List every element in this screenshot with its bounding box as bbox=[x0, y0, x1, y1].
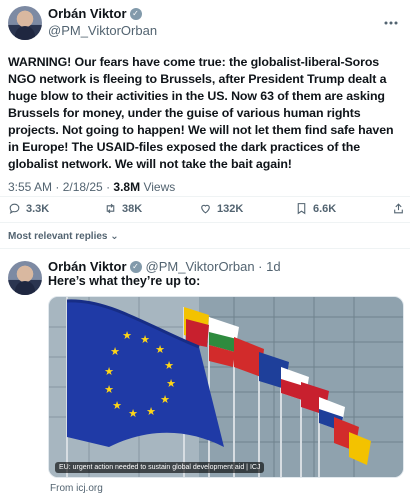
action-bar: 3.3K 38K 132K 6.6K bbox=[8, 202, 404, 218]
divider bbox=[0, 222, 410, 223]
svg-text:★: ★ bbox=[166, 377, 176, 390]
like-count: 132K bbox=[217, 202, 244, 215]
reply-icon bbox=[9, 203, 20, 215]
bookmark-icon bbox=[297, 203, 306, 215]
reply-handle-time[interactable]: @PM_ViktorOrban · 1d bbox=[146, 259, 281, 274]
card-source-link[interactable]: From icj.org bbox=[50, 483, 103, 494]
svg-text:★: ★ bbox=[140, 333, 150, 346]
tweet-text: WARNING! Our fears have come true: the g… bbox=[8, 55, 394, 171]
svg-text:★: ★ bbox=[128, 407, 138, 420]
tweet-time[interactable]: 3:55 AM · 2/18/25 · bbox=[8, 180, 110, 194]
svg-text:★: ★ bbox=[160, 393, 170, 406]
divider bbox=[0, 248, 410, 249]
replies-filter-label: Most relevant replies bbox=[8, 231, 108, 242]
share-icon bbox=[394, 203, 403, 214]
verified-badge-icon: ✓ bbox=[129, 7, 142, 20]
svg-text:★: ★ bbox=[146, 405, 156, 418]
author-avatar[interactable] bbox=[8, 6, 42, 40]
more-options-icon[interactable] bbox=[384, 12, 398, 25]
svg-text:★: ★ bbox=[104, 365, 114, 378]
chevron-down-icon: ⌄ bbox=[110, 231, 119, 242]
retweet-count: 38K bbox=[122, 202, 143, 215]
bookmark-button[interactable]: 6.6K bbox=[295, 202, 336, 215]
views-count: 3.8M bbox=[113, 180, 141, 194]
eu-flags-image: ★ ★★ ★★★ ★★★ ★★★ bbox=[49, 297, 403, 477]
share-button[interactable] bbox=[392, 202, 410, 215]
svg-text:★: ★ bbox=[110, 345, 120, 358]
svg-text:★: ★ bbox=[104, 383, 114, 396]
retweet-icon bbox=[106, 203, 115, 214]
divider bbox=[0, 196, 410, 197]
reply-button[interactable]: 3.3K bbox=[8, 202, 49, 215]
reply-author-line: Orbán Viktor ✓ @PM_ViktorOrban · 1d bbox=[48, 259, 281, 274]
bookmark-count: 6.6K bbox=[313, 202, 337, 215]
svg-text:★: ★ bbox=[122, 329, 132, 342]
reply-author-avatar[interactable] bbox=[8, 261, 42, 295]
link-preview-card[interactable]: ★ ★ ★ ★ ★ ★ ★ ★ ★ ★ ★ ★ EU: urgent action needed… bbox=[48, 296, 404, 478]
author-name[interactable]: Orbán Viktor ✓ bbox=[48, 6, 142, 21]
reply-author-name[interactable]: Orbán Viktor bbox=[48, 259, 127, 274]
author-name-text: Orbán Viktor bbox=[48, 6, 127, 21]
author-handle[interactable]: @PM_ViktorOrban bbox=[48, 23, 157, 38]
svg-text:★: ★ bbox=[155, 343, 165, 356]
card-caption: EU: urgent action needed to sustain glob… bbox=[55, 462, 265, 473]
svg-text:★: ★ bbox=[112, 399, 122, 412]
tweet-timestamp: 3:55 AM · 2/18/25 · 3.8M Views bbox=[8, 180, 175, 194]
svg-text:★: ★ bbox=[164, 359, 174, 372]
replies-filter-dropdown[interactable]: Most relevant replies ⌄ bbox=[8, 231, 119, 242]
like-button[interactable]: 132K bbox=[199, 202, 243, 215]
reply-text: Here’s what they’re up to: bbox=[48, 274, 201, 288]
heart-icon bbox=[201, 204, 210, 214]
views-label: Views bbox=[143, 180, 176, 194]
retweet-button[interactable]: 38K bbox=[104, 202, 142, 215]
verified-badge-icon: ✓ bbox=[129, 260, 142, 273]
reply-count: 3.3K bbox=[26, 202, 50, 215]
